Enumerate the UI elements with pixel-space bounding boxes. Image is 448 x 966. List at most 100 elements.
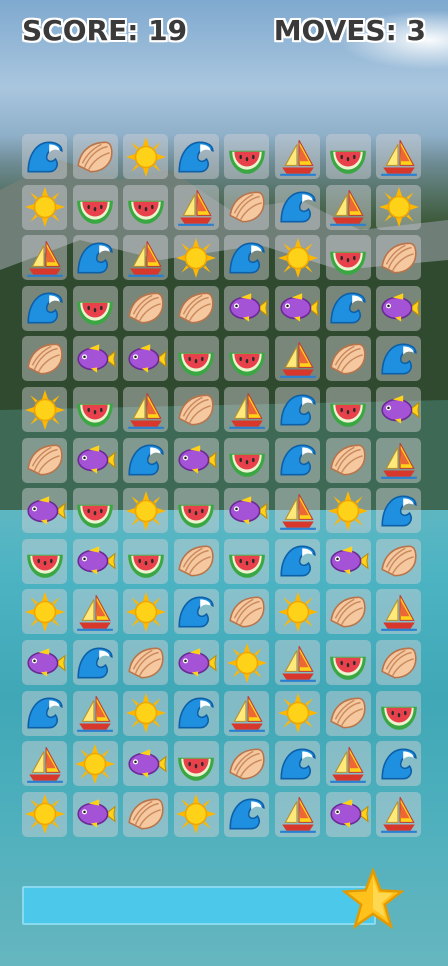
tile-shell[interactable]	[376, 538, 422, 584]
tile-sun[interactable]	[224, 640, 270, 685]
tile-wave[interactable]	[72, 640, 118, 685]
tile-fish[interactable]	[224, 285, 270, 331]
tile-watermelon[interactable]	[376, 690, 422, 736]
tile-sun[interactable]	[22, 791, 67, 837]
tile-sailboat[interactable]	[325, 184, 371, 230]
tile-shell[interactable]	[173, 285, 219, 331]
tile-sun[interactable]	[72, 741, 118, 787]
tile-wave[interactable]	[325, 285, 371, 331]
tile-shell[interactable]	[173, 538, 219, 584]
tile-sailboat[interactable]	[275, 488, 320, 534]
tile-fish[interactable]	[376, 285, 422, 331]
tile-sailboat[interactable]	[376, 589, 422, 635]
tile-sailboat[interactable]	[275, 791, 320, 837]
tile-sun[interactable]	[123, 690, 169, 736]
tile-wave[interactable]	[376, 336, 422, 382]
tile-wave[interactable]	[22, 690, 67, 736]
tile-sailboat[interactable]	[173, 184, 219, 230]
tile-wave[interactable]	[173, 134, 219, 179]
tile-sun[interactable]	[173, 791, 219, 837]
tile-watermelon[interactable]	[72, 285, 118, 331]
tile-wave[interactable]	[72, 235, 118, 281]
tile-sailboat[interactable]	[376, 437, 422, 483]
tile-fish[interactable]	[275, 285, 320, 331]
tile-sailboat[interactable]	[72, 589, 118, 635]
tile-wave[interactable]	[22, 134, 67, 179]
tile-fish[interactable]	[173, 437, 219, 483]
tile-watermelon[interactable]	[224, 134, 270, 179]
tile-shell[interactable]	[325, 437, 371, 483]
tile-shell[interactable]	[325, 589, 371, 635]
tile-shell[interactable]	[376, 235, 422, 281]
tile-sun[interactable]	[325, 488, 371, 534]
tile-fish[interactable]	[72, 336, 118, 382]
tile-shell[interactable]	[224, 184, 270, 230]
tile-sailboat[interactable]	[123, 235, 169, 281]
tile-watermelon[interactable]	[325, 387, 371, 432]
tile-watermelon[interactable]	[325, 235, 371, 281]
tile-watermelon[interactable]	[325, 134, 371, 179]
tile-watermelon[interactable]	[224, 538, 270, 584]
tile-fish[interactable]	[325, 538, 371, 584]
tile-watermelon[interactable]	[173, 488, 219, 534]
tile-sailboat[interactable]	[224, 690, 270, 736]
tile-sun[interactable]	[22, 387, 67, 432]
tile-sun[interactable]	[173, 235, 219, 281]
tile-watermelon[interactable]	[72, 184, 118, 230]
tile-sailboat[interactable]	[275, 336, 320, 382]
tile-shell[interactable]	[325, 336, 371, 382]
tile-wave[interactable]	[376, 488, 422, 534]
tile-watermelon[interactable]	[72, 387, 118, 432]
tile-sailboat[interactable]	[22, 235, 67, 281]
tile-sailboat[interactable]	[22, 741, 67, 787]
tile-shell[interactable]	[173, 387, 219, 432]
tile-watermelon[interactable]	[173, 336, 219, 382]
tile-wave[interactable]	[224, 235, 270, 281]
tile-fish[interactable]	[22, 640, 67, 685]
tile-sun[interactable]	[22, 589, 67, 635]
tile-fish[interactable]	[123, 741, 169, 787]
tile-wave[interactable]	[275, 741, 320, 787]
tile-shell[interactable]	[325, 690, 371, 736]
tile-wave[interactable]	[123, 437, 169, 483]
tile-wave[interactable]	[376, 741, 422, 787]
tile-wave[interactable]	[224, 791, 270, 837]
tile-watermelon[interactable]	[224, 437, 270, 483]
tile-fish[interactable]	[22, 488, 67, 534]
tile-watermelon[interactable]	[325, 640, 371, 685]
tile-sun[interactable]	[22, 184, 67, 230]
tile-sailboat[interactable]	[325, 741, 371, 787]
tile-watermelon[interactable]	[224, 336, 270, 382]
tile-sun[interactable]	[123, 134, 169, 179]
tile-fish[interactable]	[173, 640, 219, 685]
tile-fish[interactable]	[123, 336, 169, 382]
tile-shell[interactable]	[376, 640, 422, 685]
tile-shell[interactable]	[123, 640, 169, 685]
tile-wave[interactable]	[22, 285, 67, 331]
tile-watermelon[interactable]	[22, 538, 67, 584]
tile-wave[interactable]	[275, 538, 320, 584]
tile-shell[interactable]	[224, 741, 270, 787]
tile-sun[interactable]	[123, 488, 169, 534]
tile-sun[interactable]	[275, 690, 320, 736]
tile-watermelon[interactable]	[173, 741, 219, 787]
tile-sailboat[interactable]	[224, 387, 270, 432]
tile-sun[interactable]	[275, 589, 320, 635]
tile-watermelon[interactable]	[123, 184, 169, 230]
tile-wave[interactable]	[275, 437, 320, 483]
tile-sailboat[interactable]	[72, 690, 118, 736]
tile-fish[interactable]	[72, 538, 118, 584]
tile-sailboat[interactable]	[275, 640, 320, 685]
tile-shell[interactable]	[22, 437, 67, 483]
tile-wave[interactable]	[173, 690, 219, 736]
tile-sailboat[interactable]	[376, 791, 422, 837]
tile-shell[interactable]	[72, 134, 118, 179]
tile-sun[interactable]	[123, 589, 169, 635]
tile-fish[interactable]	[376, 387, 422, 432]
tile-watermelon[interactable]	[72, 488, 118, 534]
tile-shell[interactable]	[123, 285, 169, 331]
tile-fish[interactable]	[72, 437, 118, 483]
tile-watermelon[interactable]	[123, 538, 169, 584]
tile-wave[interactable]	[173, 589, 219, 635]
tile-fish[interactable]	[224, 488, 270, 534]
